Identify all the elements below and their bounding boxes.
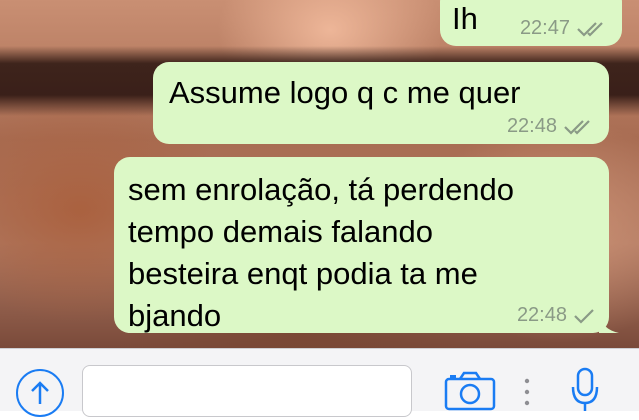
message-text: Assume logo q c me quer bbox=[169, 75, 521, 110]
more-dots-icon[interactable] bbox=[522, 375, 532, 411]
camera-icon[interactable] bbox=[444, 371, 498, 411]
message-time: 22:48 bbox=[506, 115, 557, 137]
message-bubble-outgoing[interactable]: Ih 22:47 bbox=[440, 0, 622, 46]
bubble-tail bbox=[599, 313, 619, 333]
chat-background: Ih 22:47 Assume logo q c me quer 22:48 s… bbox=[0, 0, 639, 348]
double-check-icon bbox=[576, 20, 608, 38]
message-meta: 22:48 bbox=[517, 304, 595, 327]
double-check-icon bbox=[563, 118, 595, 136]
message-meta: 22:48 bbox=[507, 115, 595, 138]
message-time: 22:48 bbox=[516, 304, 567, 326]
message-bubble-outgoing[interactable]: Assume logo q c me quer 22:48 bbox=[153, 62, 609, 144]
message-input-bar bbox=[0, 348, 639, 417]
message-time: 22:47 bbox=[519, 17, 570, 39]
message-bubble-outgoing[interactable]: sem enrolação, tá perdendo tempo demais … bbox=[114, 157, 619, 333]
microphone-icon[interactable] bbox=[570, 367, 600, 411]
single-check-icon bbox=[573, 307, 595, 325]
message-meta: 22:47 bbox=[520, 17, 608, 40]
message-input[interactable] bbox=[82, 365, 412, 417]
